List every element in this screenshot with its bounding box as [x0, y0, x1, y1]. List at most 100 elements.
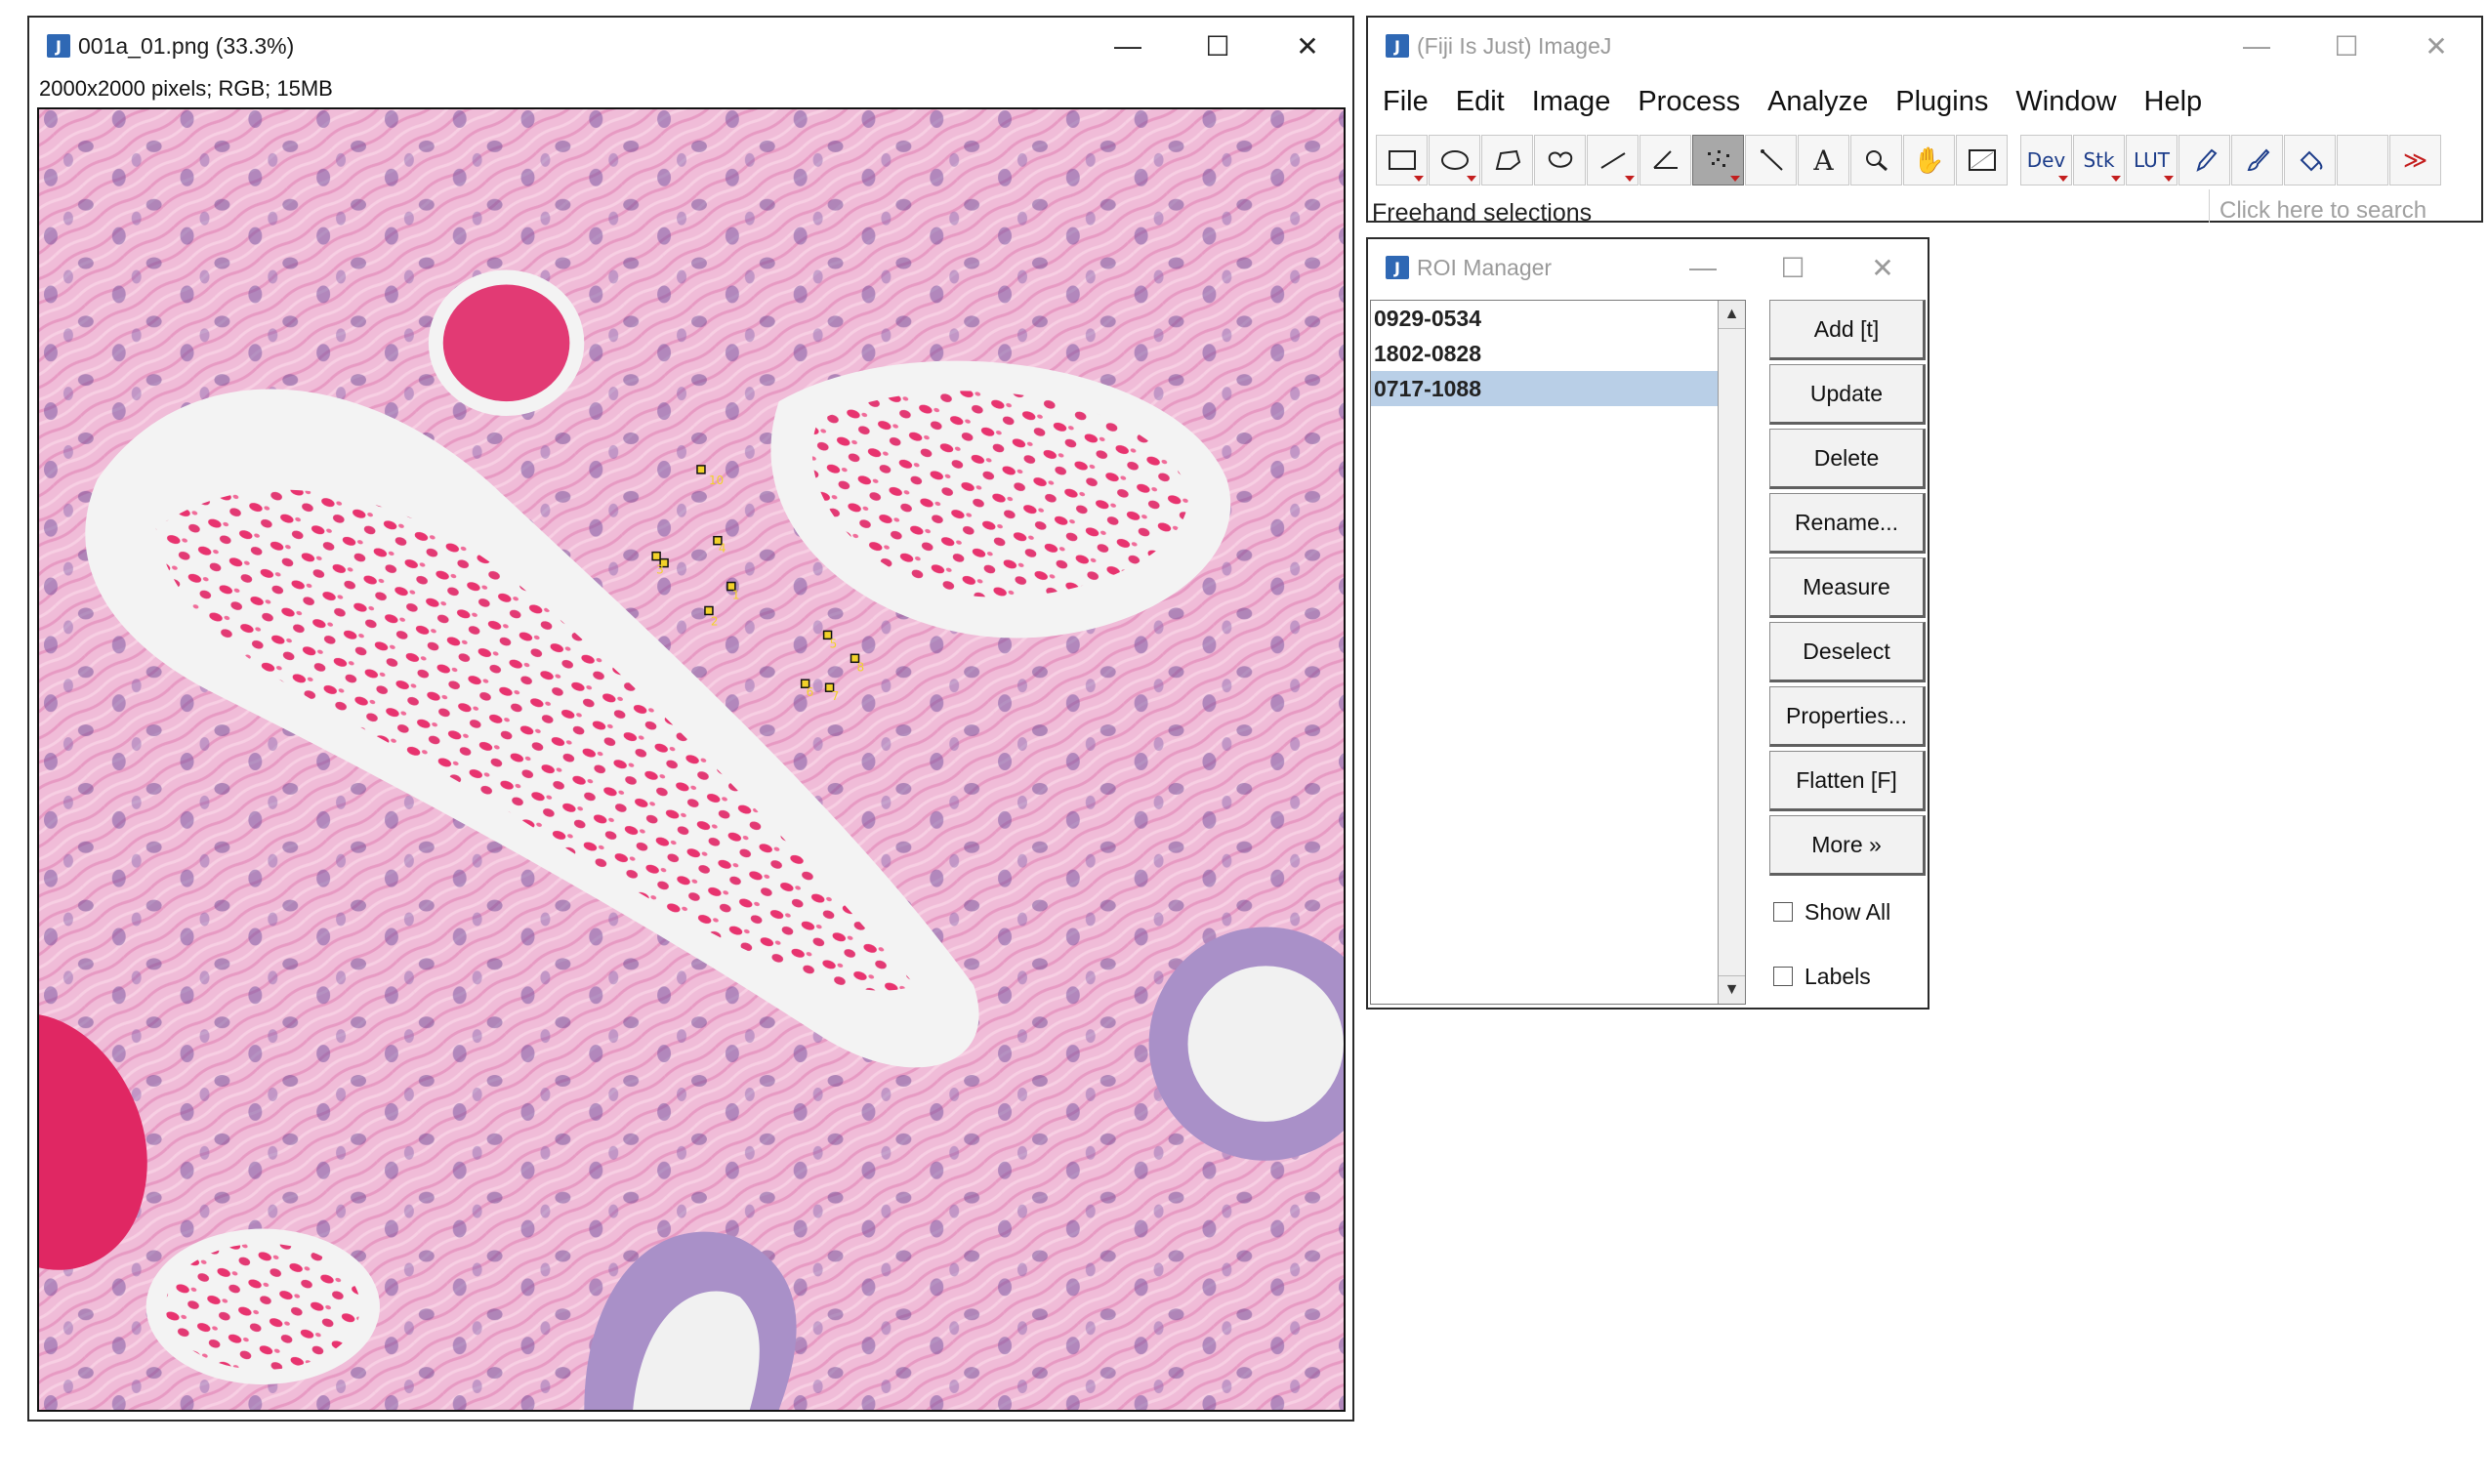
close-button[interactable]: ✕	[1263, 18, 1352, 74]
oval-icon	[1440, 150, 1469, 170]
labels-checkbox[interactable]	[1773, 967, 1793, 986]
imagej-titlebar[interactable]: J (Fiji Is Just) ImageJ — ☐ ✕	[1368, 18, 2481, 74]
flatten-button[interactable]: Flatten [F]	[1769, 751, 1926, 811]
freehand-icon	[1548, 151, 1572, 168]
menu-edit[interactable]: Edit	[1455, 76, 1517, 122]
scroll-down-icon[interactable]: ▼	[1719, 975, 1745, 1004]
pencil-icon	[2195, 148, 2217, 172]
roi-list-item[interactable]: 1802-0828	[1371, 336, 1721, 371]
zoom-tool[interactable]	[1850, 135, 1902, 186]
properties-button[interactable]: Properties...	[1769, 686, 1926, 747]
show-all-checkbox-row[interactable]: Show All	[1769, 880, 1926, 944]
search-field[interactable]: Click here to search	[2209, 189, 2476, 224]
image-canvas[interactable]: 10 3 4 2 1 5 8 6 7	[37, 107, 1346, 1412]
fiji-app-icon: J	[47, 34, 70, 58]
text-icon: A	[1813, 144, 1834, 177]
magnifier-icon	[1865, 150, 1887, 172]
minimize-button[interactable]: —	[1658, 239, 1748, 296]
color-picker-tool[interactable]	[1956, 135, 2008, 186]
point-label: 5	[830, 637, 838, 650]
close-button[interactable]: ✕	[1838, 239, 1928, 296]
brush-tool[interactable]	[2231, 135, 2283, 186]
point-label: 1	[732, 588, 740, 601]
roi-list[interactable]: 0929-0534 1802-0828 0717-1088 ▲ ▼	[1370, 300, 1746, 1005]
roi-list-item[interactable]: 0929-0534	[1371, 301, 1721, 336]
rectangle-tool[interactable]	[1376, 135, 1428, 186]
image-window[interactable]: J 001a_01.png (33.3%) — ☐ ✕ 2000x2000 pi…	[27, 16, 1354, 1422]
imagej-window-title: (Fiji Is Just) ImageJ	[1417, 32, 1612, 59]
maximize-button[interactable]: ☐	[2302, 18, 2391, 74]
brush-icon	[2247, 148, 2269, 172]
roi-manager-title: ROI Manager	[1417, 254, 1553, 280]
histology-image: 10 3 4 2 1 5 8 6 7	[39, 109, 1344, 1410]
roi-manager-window[interactable]: J ROI Manager — ☐ ✕ 0929-0534 1802-0828 …	[1366, 237, 1929, 1010]
image-window-title: 001a_01.png (33.3%)	[78, 32, 295, 59]
show-all-checkbox[interactable]	[1773, 902, 1793, 922]
image-info-text: 2000x2000 pixels; RGB; 15MB	[39, 76, 333, 101]
lut-tool[interactable]: LUT	[2126, 135, 2178, 186]
flood-fill-tool[interactable]	[2284, 135, 2336, 186]
more-tools-button[interactable]: ≫	[2389, 135, 2441, 186]
polygon-tool[interactable]	[1481, 135, 1533, 186]
text-tool[interactable]: A	[1798, 135, 1849, 186]
menu-analyze[interactable]: Analyze	[1766, 76, 1881, 122]
menu-file[interactable]: File	[1382, 76, 1441, 122]
point-label: 10	[709, 474, 724, 487]
deselect-button[interactable]: Deselect	[1769, 622, 1926, 682]
imagej-main-window[interactable]: J (Fiji Is Just) ImageJ — ☐ ✕ File Edit …	[1366, 16, 2483, 227]
menu-process[interactable]: Process	[1637, 76, 1753, 122]
roi-list-item-selected[interactable]: 0717-1088	[1371, 371, 1721, 406]
freehand-tool[interactable]	[1534, 135, 1586, 186]
roi-list-scrollbar[interactable]: ▲ ▼	[1718, 301, 1745, 1004]
add-button[interactable]: Add [t]	[1769, 300, 1926, 360]
point-label: 6	[807, 685, 814, 699]
point-label: 2	[711, 614, 719, 628]
roi-button-panel: Add [t] Update Delete Rename... Measure …	[1769, 300, 1926, 1009]
close-button[interactable]: ✕	[2391, 18, 2481, 74]
fiji-app-icon: J	[1386, 256, 1409, 279]
dev-label: Dev	[2026, 148, 2066, 172]
toolbar: A ✋ Dev Stk LUT ≫	[1376, 135, 2442, 187]
stk-tool[interactable]: Stk	[2073, 135, 2125, 186]
line-tool[interactable]	[1587, 135, 1639, 186]
scroll-up-icon[interactable]: ▲	[1719, 301, 1745, 329]
minimize-button[interactable]: —	[2212, 18, 2302, 74]
line-icon	[1599, 152, 1626, 169]
minimize-button[interactable]: —	[1083, 18, 1173, 74]
pencil-tool[interactable]	[2178, 135, 2230, 186]
status-bar-text: Freehand selections	[1372, 199, 1593, 227]
lut-label: LUT	[2133, 148, 2170, 172]
show-all-label: Show All	[1805, 898, 1891, 925]
hand-tool[interactable]: ✋	[1903, 135, 1955, 186]
bucket-icon	[2300, 150, 2322, 172]
oval-tool[interactable]	[1429, 135, 1480, 186]
menubar: File Edit Image Process Analyze Plugins …	[1382, 76, 2228, 122]
menu-window[interactable]: Window	[2014, 76, 2129, 122]
polygon-icon	[1495, 149, 1520, 170]
point-label: 3	[656, 563, 664, 577]
wand-tool[interactable]	[1745, 135, 1797, 186]
delete-button[interactable]: Delete	[1769, 429, 1926, 489]
point-tool[interactable]	[1692, 135, 1744, 186]
menu-help[interactable]: Help	[2143, 76, 2216, 122]
point-label: 4	[719, 542, 726, 556]
maximize-button[interactable]: ☐	[1748, 239, 1838, 296]
menu-image[interactable]: Image	[1531, 76, 1624, 122]
measure-button[interactable]: Measure	[1769, 557, 1926, 618]
labels-checkbox-row[interactable]: Labels	[1769, 944, 1926, 1009]
menu-plugins[interactable]: Plugins	[1894, 76, 2001, 122]
stk-label: Stk	[2083, 148, 2115, 172]
update-button[interactable]: Update	[1769, 364, 1926, 425]
dev-tool[interactable]: Dev	[2020, 135, 2072, 186]
color-picker-icon	[1968, 149, 1996, 171]
point-label: 7	[832, 689, 840, 703]
rename-button[interactable]: Rename...	[1769, 493, 1926, 554]
roi-manager-titlebar[interactable]: J ROI Manager — ☐ ✕	[1368, 239, 1928, 296]
labels-label: Labels	[1805, 963, 1871, 989]
maximize-button[interactable]: ☐	[1173, 18, 1263, 74]
empty-tool-slot	[2337, 135, 2388, 186]
more-button[interactable]: More »	[1769, 815, 1926, 876]
angle-tool[interactable]	[1639, 135, 1691, 186]
point-label: 8	[856, 660, 864, 674]
image-window-titlebar[interactable]: J 001a_01.png (33.3%) — ☐ ✕	[29, 18, 1352, 74]
